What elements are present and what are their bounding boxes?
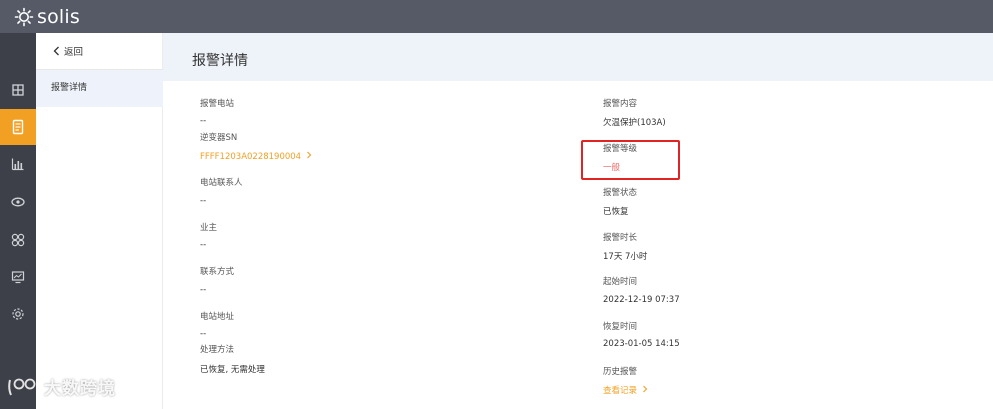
watermark: 大数跨境 (7, 374, 116, 399)
address-value: -- (200, 329, 207, 339)
nav-device-button[interactable] (0, 109, 36, 145)
alarm-level-value: 一般 (603, 163, 621, 173)
nav-settings-button[interactable] (0, 296, 36, 332)
main-content: 报警详情 报警电站 -- 逆变器SN FFFF1203A0228190004 电… (163, 33, 993, 409)
back-button[interactable]: 返回 (53, 44, 83, 58)
address-label: 电站地址 (200, 312, 235, 322)
method-value: 已恢复, 无需处理 (200, 365, 265, 375)
start-time-value: 2022-12-19 07:37 (603, 295, 680, 305)
alarm-duration-value: 17天 7小时 (603, 252, 648, 262)
eye-icon (11, 197, 25, 207)
solis-logo[interactable]: solis (14, 6, 80, 28)
chevron-right-icon (642, 385, 647, 393)
inverter-sn-label: 逆变器SN (200, 133, 238, 143)
subnav-item-alarm-detail[interactable]: 报警详情 (36, 70, 163, 107)
station-value: -- (200, 116, 207, 126)
start-time-label: 起始时间 (603, 277, 638, 287)
recover-time-value: 2023-01-05 14:15 (603, 339, 680, 349)
document-icon (12, 119, 24, 135)
nav-service-button[interactable] (0, 222, 36, 258)
top-bar: solis (0, 0, 993, 33)
fan-icon (11, 233, 25, 247)
page-title: 报警详情 (192, 53, 248, 69)
back-label: 返回 (64, 47, 84, 58)
phone-value: -- (200, 285, 207, 295)
contact-label: 电站联系人 (200, 178, 243, 188)
alarm-detail-card: 报警电站 -- 逆变器SN FFFF1203A0228190004 电站联系人 … (163, 81, 993, 409)
chevron-left-icon (53, 46, 59, 56)
page-header: 报警详情 (163, 33, 993, 81)
sun-logo-icon (14, 7, 34, 26)
watermark-text: 大数跨境 (44, 379, 116, 399)
alarm-level-label: 报警等级 (603, 144, 638, 154)
recover-time-label: 恢复时间 (603, 322, 638, 332)
brand-name: solis (37, 5, 80, 28)
monitor-icon (11, 271, 25, 284)
alarm-duration-label: 报警时长 (603, 233, 638, 243)
secondary-nav: 返回 报警详情 (36, 33, 163, 409)
building-icon (12, 84, 24, 96)
nav-report-button[interactable] (0, 146, 36, 182)
owner-value: -- (200, 240, 207, 250)
alarm-status-label: 报警状态 (603, 188, 638, 198)
bar-chart-icon (11, 158, 24, 171)
alarm-content-label: 报警内容 (603, 99, 638, 109)
icon-sidebar (0, 33, 36, 409)
view-records-link[interactable]: 查看记录 (603, 384, 648, 396)
method-label: 处理方法 (200, 345, 235, 355)
contact-value: -- (200, 196, 207, 206)
history-label: 历史报警 (603, 367, 638, 377)
nav-station-button[interactable] (0, 72, 36, 108)
watermark-logo-icon (8, 378, 36, 395)
alarm-content-value: 欠温保护(103A) (603, 118, 666, 128)
alarm-status-value: 已恢复 (603, 207, 629, 217)
inverter-sn-value: FFFF1203A0228190004 (200, 152, 302, 162)
view-records-text: 查看记录 (603, 386, 638, 396)
owner-label: 业主 (200, 223, 218, 233)
station-label: 报警电站 (200, 99, 235, 109)
nav-monitor-button[interactable] (0, 184, 36, 220)
nav-screen-button[interactable] (0, 259, 36, 295)
chevron-right-icon (306, 151, 312, 159)
phone-label: 联系方式 (200, 267, 235, 277)
settings-icon (12, 308, 24, 320)
inverter-sn-link[interactable]: FFFF1203A0228190004 (200, 151, 312, 162)
